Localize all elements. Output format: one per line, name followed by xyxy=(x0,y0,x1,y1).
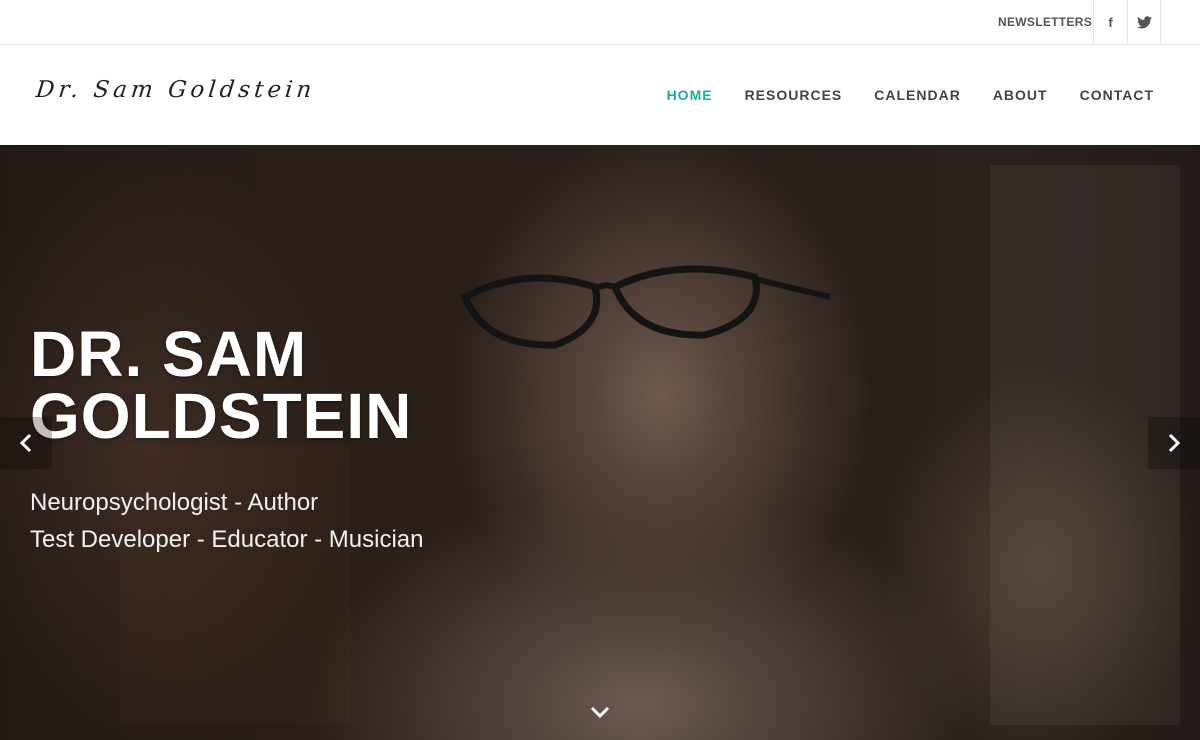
hero-slider: DR. SAM GOLDSTEIN Neuropsychologist - Au… xyxy=(0,145,1200,740)
nav-about[interactable]: ABOUT xyxy=(993,87,1048,103)
nav-calendar[interactable]: CALENDAR xyxy=(874,87,961,103)
hero-subtitle: Neuropsychologist - Author Test Develope… xyxy=(30,484,424,558)
main-nav: HOME RESOURCES CALENDAR ABOUT CONTACT xyxy=(635,45,1154,145)
hero-title-line-1: DR. SAM xyxy=(30,318,308,390)
chevron-left-icon xyxy=(19,433,32,453)
chevron-right-icon xyxy=(1168,433,1181,453)
nav-resources[interactable]: RESOURCES xyxy=(745,87,843,103)
hero-subtitle-line-2: Test Developer - Educator - Musician xyxy=(30,526,424,553)
hero-title: DR. SAM GOLDSTEIN xyxy=(30,318,550,452)
chevron-down-icon[interactable] xyxy=(588,700,612,724)
nav-home[interactable]: HOME xyxy=(667,87,713,103)
site-header: Dr. Sam Goldstein HOME RESOURCES CALENDA… xyxy=(0,45,1200,145)
hero-subtitle-line-1: Neuropsychologist - Author xyxy=(30,489,319,516)
slider-prev-button[interactable] xyxy=(0,417,52,469)
nav-contact[interactable]: CONTACT xyxy=(1080,87,1154,103)
newsletters-link[interactable]: NEWSLETTERS xyxy=(998,0,1092,44)
slider-next-button[interactable] xyxy=(1148,417,1200,469)
top-utility-bar: NEWSLETTERS f xyxy=(0,0,1200,45)
hero-title-line-2: GOLDSTEIN xyxy=(30,380,413,452)
twitter-button[interactable] xyxy=(1127,0,1161,44)
twitter-icon xyxy=(1136,15,1152,28)
site-logo[interactable]: Dr. Sam Goldstein xyxy=(35,77,317,103)
facebook-icon: f xyxy=(1108,14,1113,30)
facebook-button[interactable]: f xyxy=(1093,0,1127,44)
